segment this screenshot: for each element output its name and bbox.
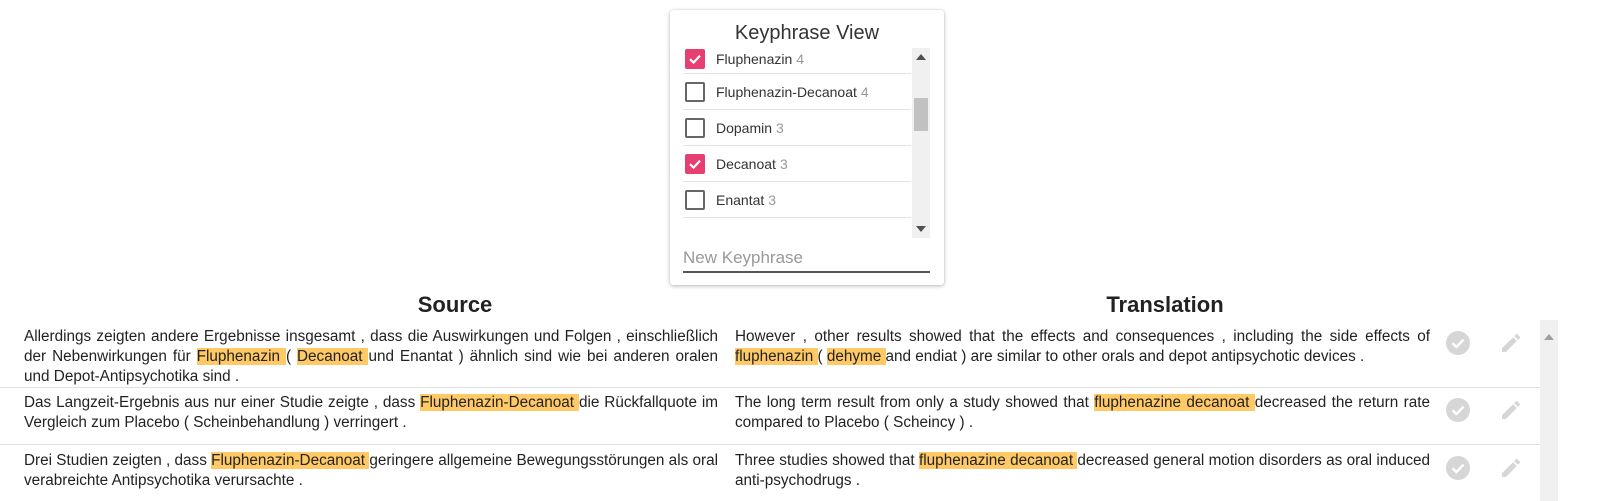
keyphrase-highlight: fluphenazine decanoat bbox=[1094, 394, 1255, 411]
text-segment: and endiat ) are similar to other orals … bbox=[885, 348, 1365, 365]
source-column-title: Source bbox=[417, 292, 493, 317]
confirm-icon[interactable] bbox=[1443, 453, 1473, 483]
keyphrase-label: Enantat bbox=[716, 191, 765, 208]
row-divider bbox=[0, 444, 1540, 445]
sentence-row: Das Langzeit-Ergebnis aus nur einer Stud… bbox=[0, 393, 1540, 445]
text-segment: ( bbox=[285, 348, 297, 365]
scroll-up-icon[interactable] bbox=[912, 50, 930, 64]
keyphrase-label: Decanoat bbox=[716, 155, 776, 172]
edit-pencil-icon[interactable] bbox=[1496, 395, 1526, 425]
keyphrase-item[interactable]: Fluphenazin-Decanoat 4 bbox=[683, 74, 911, 110]
confirm-icon[interactable] bbox=[1443, 328, 1473, 358]
text-segment: ( bbox=[817, 348, 827, 365]
keyphrase-item[interactable]: Decanoat 3 bbox=[683, 146, 911, 182]
table-scrollbar[interactable] bbox=[1540, 320, 1558, 501]
checkbox-icon[interactable] bbox=[685, 153, 705, 174]
text-segment: However , other results showed that the … bbox=[735, 328, 1430, 345]
keyphrase-label: Fluphenazin bbox=[716, 50, 793, 67]
keyphrase-count: 3 bbox=[776, 119, 784, 136]
translation-column-title: Translation bbox=[1106, 292, 1224, 317]
keyphrase-highlight: Fluphenazin-Decanoat bbox=[420, 394, 579, 411]
keyphrase-item[interactable]: Enantat 3 bbox=[683, 182, 911, 218]
source-text: Drei Studien zeigten , dass Fluphenazin-… bbox=[24, 451, 718, 491]
keyphrase-highlight: Fluphenazin bbox=[196, 348, 286, 365]
edit-pencil-icon[interactable] bbox=[1496, 328, 1526, 358]
text-segment: Das Langzeit-Ergebnis aus nur einer Stud… bbox=[24, 394, 421, 411]
sentence-row: Allerdings zeigten andere Ergebnisse ins… bbox=[0, 327, 1540, 388]
keyphrase-highlight: dehyme bbox=[826, 348, 886, 365]
panel-title: Keyphrase View bbox=[734, 22, 880, 44]
keyphrase-count: 3 bbox=[779, 155, 788, 172]
keyphrase-scrollbar[interactable] bbox=[912, 48, 930, 238]
scroll-down-icon[interactable] bbox=[912, 222, 930, 236]
text-segment: Drei Studien zeigten , dass bbox=[24, 452, 212, 469]
translation-text: Three studies showed that fluphenazine d… bbox=[735, 451, 1430, 491]
keyphrase-item[interactable]: Dopamin 3 bbox=[683, 110, 911, 146]
keyphrase-item[interactable]: Fluphenazin 4 bbox=[683, 48, 911, 74]
translation-text: However , other results showed that the … bbox=[735, 327, 1430, 367]
keyphrase-list: Fluphenazin 4 Fluphenazin-Decanoat 4 Dop… bbox=[683, 48, 911, 230]
keyphrase-count: 3 bbox=[768, 191, 777, 208]
scroll-up-icon[interactable] bbox=[1544, 327, 1554, 345]
keyphrase-highlight: Decanoat bbox=[297, 348, 369, 365]
checkbox-icon[interactable] bbox=[685, 48, 705, 69]
checkbox-icon[interactable] bbox=[685, 81, 705, 102]
confirm-icon[interactable] bbox=[1443, 395, 1473, 425]
keyphrase-panel: Keyphrase View Fluphenazin 4 Fluphenazin… bbox=[670, 10, 944, 285]
source-text: Das Langzeit-Ergebnis aus nur einer Stud… bbox=[24, 393, 718, 433]
keyphrase-highlight: Fluphenazin-Decanoat bbox=[211, 452, 370, 469]
keyphrase-highlight: fluphenazine decanoat bbox=[919, 452, 1078, 469]
checkbox-icon[interactable] bbox=[685, 117, 705, 138]
text-segment: The long term result from only a study s… bbox=[735, 394, 1095, 411]
edit-pencil-icon[interactable] bbox=[1496, 453, 1526, 483]
new-keyphrase-input[interactable] bbox=[683, 245, 930, 273]
keyphrase-count: 4 bbox=[796, 50, 805, 67]
sentence-row: Drei Studien zeigten , dass Fluphenazin-… bbox=[0, 451, 1540, 501]
source-text: Allerdings zeigten andere Ergebnisse ins… bbox=[24, 327, 718, 387]
keyphrase-count: 4 bbox=[860, 83, 869, 100]
checkbox-icon[interactable] bbox=[685, 189, 705, 210]
keyphrase-label: Fluphenazin-Decanoat bbox=[716, 83, 857, 100]
text-segment: Three studies showed that bbox=[735, 452, 920, 469]
row-divider bbox=[0, 387, 1540, 388]
translation-text: The long term result from only a study s… bbox=[735, 393, 1430, 433]
scrollbar-thumb[interactable] bbox=[914, 98, 928, 131]
keyphrase-highlight: fluphenazin bbox=[735, 348, 818, 365]
keyphrase-label: Dopamin bbox=[716, 119, 773, 136]
